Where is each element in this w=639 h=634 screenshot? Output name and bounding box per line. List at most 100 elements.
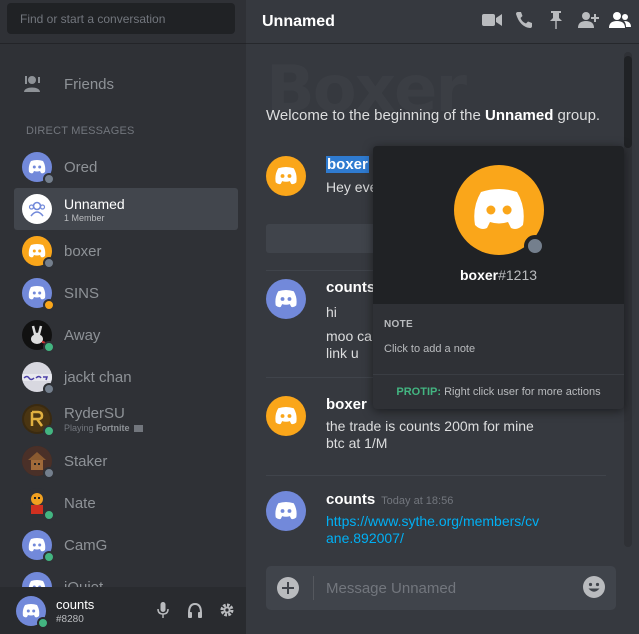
friends-nav-item[interactable]: Friends <box>14 64 238 104</box>
dm-item-camg[interactable]: CamG <box>14 524 238 566</box>
avatar[interactable] <box>266 279 306 319</box>
dm-item-staker[interactable]: Staker <box>14 440 238 482</box>
message-group: counts Today at 18:56 https://www.sythe.o… <box>266 491 606 551</box>
message-author[interactable]: boxer <box>326 156 369 173</box>
status-offline-indicator <box>43 257 55 269</box>
message-text: Hey eve <box>326 179 378 195</box>
avatar <box>22 446 55 479</box>
video-call-icon[interactable] <box>481 9 503 31</box>
voice-call-icon[interactable] <box>513 9 535 31</box>
status-online-indicator <box>43 551 55 563</box>
message-text: moo ca <box>326 328 372 344</box>
discord-logo-icon <box>275 407 297 425</box>
user-profile-popout: boxer#1213 NOTE Click to add a note PROT… <box>373 146 624 409</box>
popout-header: boxer#1213 <box>373 146 624 304</box>
message-input[interactable]: Message Unnamed <box>326 580 456 597</box>
status-offline-indicator <box>43 467 55 479</box>
dm-item-away[interactable]: Away <box>14 314 238 356</box>
message-text: btc at 1/M <box>326 435 388 451</box>
dm-name: Away <box>64 326 101 344</box>
popout-username: boxer#1213 <box>373 267 624 283</box>
dm-sidebar: Find or start a conversation Friends DIR… <box>0 0 246 634</box>
message-author[interactable]: boxer <box>326 396 367 413</box>
gear-icon[interactable] <box>218 601 236 619</box>
welcome-prefix: Welcome to the beginning of the <box>266 107 486 124</box>
discord-logo-icon <box>275 167 297 185</box>
status-idle-indicator <box>43 299 55 311</box>
status-offline-indicator <box>524 235 546 257</box>
dm-name: SINS <box>64 284 100 302</box>
message-link[interactable]: https://www.sythe.org/members/cv <box>326 513 539 530</box>
pin-icon[interactable] <box>545 9 567 31</box>
avatar <box>22 362 55 395</box>
discord-logo-icon <box>275 290 297 308</box>
message-author[interactable]: counts Today at 18:56 <box>326 491 453 508</box>
avatar <box>22 488 55 521</box>
emoji-picker-button[interactable] <box>583 576 605 598</box>
dm-item-rydersu[interactable]: RyderSU Playing Fortnite <box>14 398 238 440</box>
scrollbar-thumb[interactable] <box>624 56 632 148</box>
avatar[interactable] <box>16 595 49 629</box>
author-name[interactable]: counts <box>326 491 375 508</box>
dm-item-sins[interactable]: SINS <box>14 272 238 314</box>
avatar[interactable] <box>266 396 306 436</box>
message-composer: Message Unnamed <box>266 566 616 610</box>
message-divider <box>266 475 606 476</box>
search-input[interactable]: Find or start a conversation <box>7 3 235 34</box>
dm-item-unnamed[interactable]: Unnamed 1 Member <box>14 188 238 230</box>
avatar <box>22 278 55 311</box>
dm-item-nate[interactable]: Nate <box>14 482 238 524</box>
member-count: 1 Member <box>64 212 105 223</box>
popout-name: boxer <box>459 267 499 283</box>
microphone-icon[interactable] <box>154 601 172 619</box>
dm-name: Ored <box>64 158 98 176</box>
dm-item-jackt-chan[interactable]: jackt chan <box>14 356 238 398</box>
avatar[interactable] <box>266 491 306 531</box>
dm-item-ored[interactable]: Ored <box>14 146 238 188</box>
popout-discriminator: #1213 <box>498 267 538 283</box>
channel-title: Unnamed <box>262 12 335 30</box>
plus-icon <box>282 582 294 594</box>
protip-footer: PROTIP: Right click user for more action… <box>373 374 624 409</box>
welcome-group-name: Unnamed <box>485 107 554 124</box>
protip-text: Right click user for more actions <box>441 386 601 398</box>
upload-plus-button[interactable] <box>277 577 299 599</box>
status-online-indicator <box>43 341 55 353</box>
dm-list: Ored Unnamed 1 Member boxer SINS Away ja… <box>14 146 238 608</box>
message-text: the trade is counts 200m for mine <box>326 418 534 434</box>
member-list-icon[interactable] <box>609 9 631 31</box>
avatar[interactable] <box>266 156 306 196</box>
dm-name: Nate <box>64 494 96 512</box>
dm-name: boxer <box>64 242 102 260</box>
welcome-suffix: group. <box>553 107 601 124</box>
message-author[interactable]: counts <box>326 279 375 296</box>
channel-header: Unnamed <box>246 0 639 44</box>
avatar <box>22 236 55 269</box>
call-embed <box>266 224 376 253</box>
message-timestamp: Today at 18:56 <box>381 495 454 507</box>
avatar <box>454 165 546 257</box>
current-discriminator: #8280 <box>56 613 84 625</box>
avatar <box>22 530 55 563</box>
discord-logo-icon <box>22 603 40 617</box>
avatar <box>22 194 52 224</box>
user-panel: counts #8280 <box>0 587 246 634</box>
smiley-icon <box>588 582 600 592</box>
status-offline-indicator <box>43 173 55 185</box>
status-offline-indicator <box>43 383 55 395</box>
note-input[interactable]: Click to add a note <box>384 343 475 355</box>
message-link[interactable]: ane.892007/ <box>326 530 539 547</box>
add-friend-icon[interactable] <box>577 9 599 31</box>
friends-icon <box>22 72 46 96</box>
current-username: counts <box>56 596 95 612</box>
discord-logo-icon <box>474 189 524 229</box>
status-online-indicator <box>37 616 49 629</box>
composer-divider <box>313 576 314 600</box>
activity-game: Fortnite <box>96 423 130 433</box>
dm-item-boxer[interactable]: boxer <box>14 230 238 272</box>
message-text: link u <box>326 345 359 361</box>
activity-prefix: Playing <box>64 423 94 433</box>
headphones-icon[interactable] <box>186 601 204 619</box>
welcome-message: Welcome to the beginning of the Unnamed … <box>266 107 600 124</box>
search-bar-container: Find or start a conversation <box>0 0 246 44</box>
